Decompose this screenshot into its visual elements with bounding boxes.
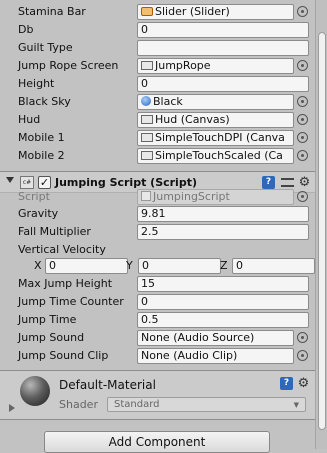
black-sky-field[interactable]: Black [137, 94, 294, 110]
stamina-bar-label: Stamina Bar [18, 5, 86, 18]
script-field: JumpingScript [137, 189, 294, 205]
slider-icon [141, 7, 153, 16]
object-picker-icon[interactable] [297, 96, 308, 107]
vector-y-field[interactable]: 0 [138, 258, 221, 274]
shader-value: Standard [114, 399, 160, 410]
max-jump-height-field[interactable]: 15 [137, 276, 309, 292]
rect-transform-icon [141, 151, 153, 160]
db-row: Db 0 [0, 21, 315, 39]
jump-rope-screen-row: Jump Rope Screen JumpRope [0, 57, 315, 75]
foldout-arrow-icon[interactable] [6, 177, 14, 183]
gravity-label: Gravity [18, 207, 59, 220]
shader-dropdown[interactable]: Standard ▼ [107, 397, 306, 412]
add-component-button[interactable]: Add Component [44, 431, 270, 453]
height-label: Height [18, 77, 55, 90]
preset-icon[interactable] [281, 178, 294, 187]
vertical-velocity-label: Vertical Velocity [18, 243, 106, 256]
material-foldout-icon[interactable] [9, 404, 15, 412]
help-icon[interactable]: ? [280, 377, 293, 390]
jump-rope-screen-value: JumpRope [155, 59, 211, 72]
script-file-icon [141, 191, 151, 201]
rect-transform-icon [141, 133, 153, 142]
max-jump-height-label: Max Jump Height [18, 277, 113, 290]
gravity-field[interactable]: 9.81 [137, 206, 309, 222]
jump-time-row: Jump Time 0.5 [0, 311, 315, 329]
black-sky-row: Black Sky Black [0, 93, 315, 111]
object-picker-icon[interactable] [297, 132, 308, 143]
mobile-1-value: SimpleTouchDPI (Canva [155, 131, 285, 144]
hud-label: Hud [18, 113, 41, 126]
material-section: Default-Material ? ⚙ Shader Standard ▼ [0, 370, 315, 420]
stamina-bar-field[interactable]: Slider (Slider) [137, 4, 294, 20]
material-name: Default-Material [59, 378, 156, 392]
mobile-2-field[interactable]: SimpleTouchScaled (Ca [137, 148, 294, 164]
object-picker-icon[interactable] [297, 6, 308, 17]
mobile-2-row: Mobile 2 SimpleTouchScaled (Ca [0, 147, 315, 165]
jump-sound-row: Jump Sound None (Audio Source) [0, 329, 315, 347]
jump-time-label: Jump Time [18, 313, 77, 326]
jump-sound-label: Jump Sound [18, 331, 85, 344]
black-sky-value: Black [153, 95, 183, 108]
object-picker-icon[interactable] [297, 350, 308, 361]
fall-multiplier-field[interactable]: 2.5 [137, 224, 309, 240]
db-field[interactable]: 0 [137, 22, 309, 38]
guilt-type-field[interactable] [137, 40, 309, 56]
object-picker-icon[interactable] [297, 332, 308, 343]
db-label: Db [18, 23, 34, 36]
object-picker-icon[interactable] [297, 60, 308, 71]
vector-y-label[interactable]: Y [126, 259, 133, 273]
height-row: Height 0 [0, 75, 315, 93]
mobile-1-label: Mobile 1 [18, 131, 65, 144]
mobile-2-label: Mobile 2 [18, 149, 65, 162]
material-preview-sphere [20, 376, 50, 406]
hud-field[interactable]: Hud (Canvas) [137, 112, 294, 128]
shader-label: Shader [59, 398, 98, 411]
vector-z-field[interactable]: 0 [232, 258, 315, 274]
mobile-1-field[interactable]: SimpleTouchDPI (Canva [137, 130, 294, 146]
guilt-type-row: Guilt Type [0, 39, 315, 57]
mobile-2-value: SimpleTouchScaled (Ca [155, 149, 283, 162]
jump-sound-clip-row: Jump Sound Clip None (Audio Clip) [0, 347, 315, 365]
jump-rope-screen-field[interactable]: JumpRope [137, 58, 294, 74]
fall-multiplier-row: Fall Multiplier 2.5 [0, 223, 315, 241]
object-picker-icon[interactable] [297, 191, 308, 202]
vector-x-label[interactable]: X [34, 259, 42, 273]
script-label: Script [18, 190, 50, 203]
jump-time-field[interactable]: 0.5 [137, 312, 309, 328]
gravity-row: Gravity 9.81 [0, 205, 315, 223]
height-field[interactable]: 0 [137, 76, 309, 92]
fall-multiplier-label: Fall Multiplier [18, 225, 91, 238]
skybox-icon [141, 96, 151, 106]
max-jump-height-row: Max Jump Height 15 [0, 275, 315, 293]
mobile-1-row: Mobile 1 SimpleTouchDPI (Canva [0, 129, 315, 147]
jump-time-counter-field[interactable]: 0 [137, 294, 309, 310]
jump-sound-field[interactable]: None (Audio Source) [137, 330, 294, 346]
hud-value: Hud (Canvas) [155, 113, 230, 126]
black-sky-label: Black Sky [18, 95, 71, 108]
jump-time-counter-row: Jump Time Counter 0 [0, 293, 315, 311]
stamina-bar-value: Slider (Slider) [155, 5, 230, 18]
gear-icon[interactable]: ⚙ [297, 377, 310, 390]
object-picker-icon[interactable] [297, 150, 308, 161]
jump-time-counter-label: Jump Time Counter [18, 295, 124, 308]
jump-sound-clip-label: Jump Sound Clip [18, 349, 109, 362]
vertical-scrollbar[interactable] [315, 0, 327, 449]
dropdown-arrow-icon: ▼ [293, 401, 299, 409]
scrollbar-thumb[interactable] [318, 32, 326, 430]
hud-row: Hud Hud (Canvas) [0, 111, 315, 129]
rect-transform-icon [141, 115, 153, 124]
object-picker-icon[interactable] [297, 114, 308, 125]
jump-sound-clip-field[interactable]: None (Audio Clip) [137, 348, 294, 364]
vector-x-field[interactable]: 0 [45, 258, 128, 274]
script-row: Script JumpingScript [0, 188, 315, 206]
stamina-bar-row: Stamina Bar Slider (Slider) [0, 3, 315, 21]
script-value: JumpingScript [153, 190, 230, 203]
vector-z-label[interactable]: Z [220, 259, 228, 273]
guilt-type-label: Guilt Type [18, 41, 73, 54]
jump-rope-screen-label: Jump Rope Screen [18, 59, 119, 72]
vertical-velocity-vector: X 0 Y 0 Z 0 [0, 257, 315, 275]
inspector-panel: Stamina Bar Slider (Slider) Db 0 Guilt T… [0, 0, 315, 453]
rect-transform-icon [141, 61, 153, 70]
